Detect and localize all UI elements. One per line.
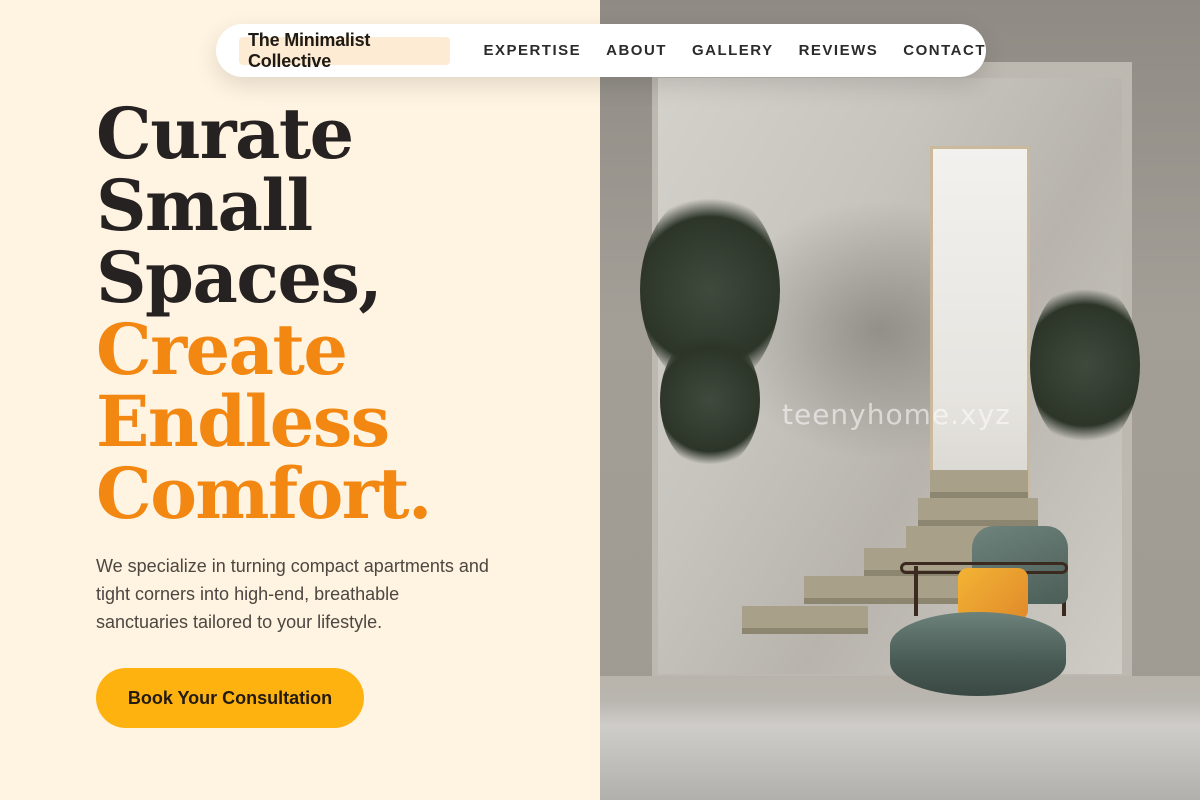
carpet xyxy=(600,676,1200,800)
watermark-text: teenyhome.xyz xyxy=(782,398,1011,431)
top-navigation: The Minimalist Collective EXPERTISE ABOU… xyxy=(216,24,986,77)
nav-link-gallery[interactable]: GALLERY xyxy=(692,42,774,59)
stair-step xyxy=(930,470,1028,498)
chair-seat xyxy=(890,612,1066,696)
nav-link-contact[interactable]: CONTACT xyxy=(903,42,986,59)
hero-headline: Curate Small Spaces, Create Endless Comf… xyxy=(96,92,432,535)
headline-accent-line: Endless xyxy=(96,380,390,463)
nav-menu: EXPERTISE ABOUT GALLERY REVIEWS CONTACT xyxy=(483,42,986,59)
brand-logo[interactable]: The Minimalist Collective xyxy=(239,30,451,71)
headline-line: Curate xyxy=(96,92,354,175)
book-consultation-button[interactable]: Book Your Consultation xyxy=(96,668,364,728)
hero-left-panel: Curate Small Spaces, Create Endless Comf… xyxy=(0,0,600,800)
hero-description: We specialize in turning compact apartme… xyxy=(96,556,489,632)
nav-link-expertise[interactable]: EXPERTISE xyxy=(483,42,581,59)
headline-line: Spaces, xyxy=(96,236,383,319)
stair-step xyxy=(918,498,1038,526)
plant-foliage xyxy=(660,330,760,470)
headline-accent-line: Create xyxy=(96,308,348,391)
stair-step xyxy=(742,606,868,634)
nav-link-reviews[interactable]: REVIEWS xyxy=(799,42,879,59)
headline-accent-line: Comfort. xyxy=(96,452,432,535)
headline-line: Small xyxy=(96,164,313,247)
stair-step xyxy=(804,576,984,604)
nav-link-about[interactable]: ABOUT xyxy=(606,42,667,59)
plant-foliage xyxy=(1030,280,1140,450)
